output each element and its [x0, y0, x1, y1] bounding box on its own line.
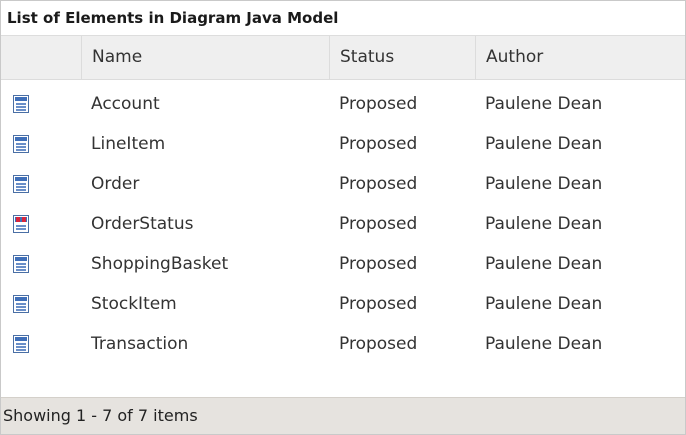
row-status: Proposed [339, 254, 418, 274]
row-name: LineItem [91, 134, 166, 154]
header-name[interactable]: Name [81, 36, 329, 79]
row-author: Paulene Dean [485, 94, 603, 114]
table-row[interactable]: Transaction Proposed Paulene Dean [1, 324, 685, 364]
table-row[interactable]: LineItem Proposed Paulene Dean [1, 124, 685, 164]
row-status: Proposed [339, 334, 418, 354]
class-icon [13, 255, 29, 273]
row-status: Proposed [339, 134, 418, 154]
row-author: Paulene Dean [485, 254, 603, 274]
row-name: Transaction [91, 334, 189, 354]
class-icon [13, 95, 29, 113]
row-status: Proposed [339, 174, 418, 194]
enumeration-icon [13, 215, 29, 233]
row-author: Paulene Dean [485, 214, 603, 234]
row-status: Proposed [339, 94, 418, 114]
table-row[interactable]: Account Proposed Paulene Dean [1, 84, 685, 124]
row-name: OrderStatus [91, 214, 194, 234]
row-author: Paulene Dean [485, 294, 603, 314]
row-status: Proposed [339, 294, 418, 314]
element-list-panel: List of Elements in Diagram Java Model N… [0, 0, 686, 435]
class-icon [13, 135, 29, 153]
class-icon [13, 335, 29, 353]
header-icon-column[interactable] [1, 36, 81, 79]
row-name: Account [91, 94, 160, 114]
table-row[interactable]: OrderStatus Proposed Paulene Dean [1, 204, 685, 244]
panel-title: List of Elements in Diagram Java Model [1, 1, 685, 36]
table-header: Name Status Author [1, 36, 685, 80]
row-author: Paulene Dean [485, 334, 603, 354]
table-row[interactable]: StockItem Proposed Paulene Dean [1, 284, 685, 324]
row-name: StockItem [91, 294, 177, 314]
header-status[interactable]: Status [329, 36, 475, 79]
class-icon [13, 295, 29, 313]
row-author: Paulene Dean [485, 174, 603, 194]
table-row[interactable]: Order Proposed Paulene Dean [1, 164, 685, 204]
row-name: Order [91, 174, 140, 194]
row-status: Proposed [339, 214, 418, 234]
header-author[interactable]: Author [475, 36, 685, 79]
table-row[interactable]: ShoppingBasket Proposed Paulene Dean [1, 244, 685, 284]
row-author: Paulene Dean [485, 134, 603, 154]
status-footer: Showing 1 - 7 of 7 items [1, 397, 685, 434]
row-name: ShoppingBasket [91, 254, 229, 274]
table-body: Account Proposed Paulene Dean LineItem P… [1, 80, 685, 364]
class-icon [13, 175, 29, 193]
